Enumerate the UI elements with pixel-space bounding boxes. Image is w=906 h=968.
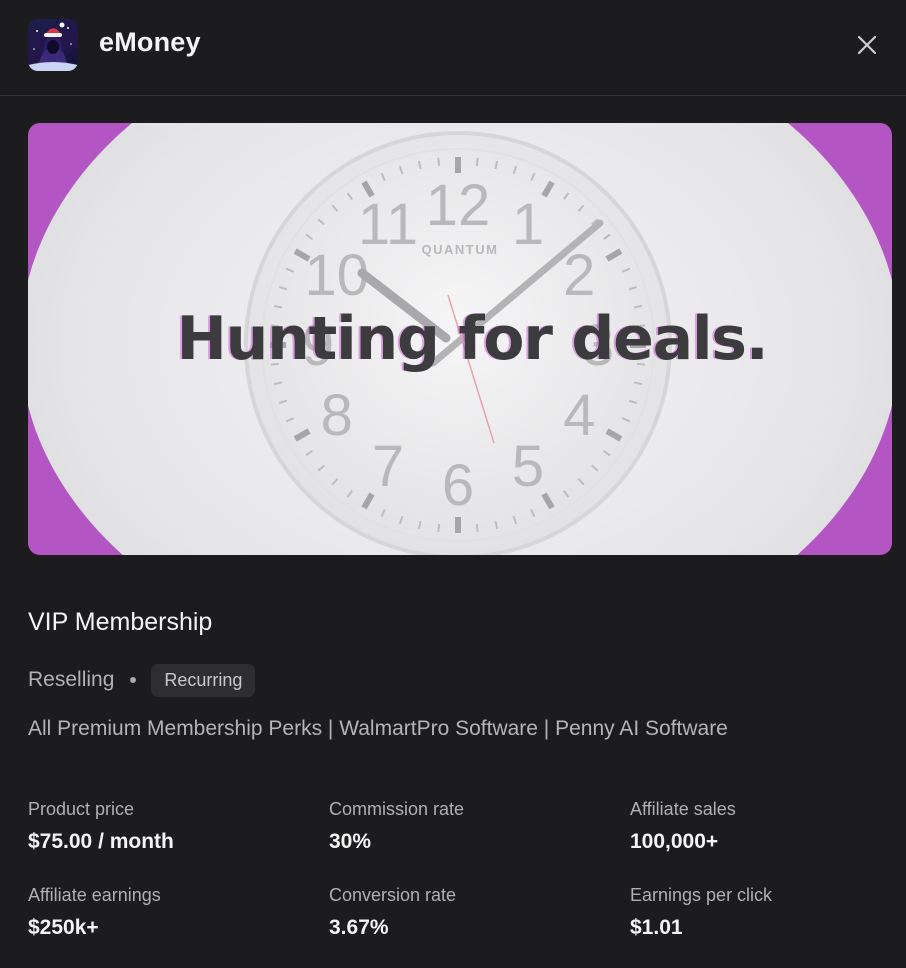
product-category: Reselling — [28, 668, 115, 691]
stat-value: 3.67% — [329, 916, 389, 939]
stat-label: Product price — [28, 799, 135, 819]
product-meta: Reselling Recurring — [28, 663, 256, 697]
hero-image: 12 1 2 3 4 5 6 7 8 9 10 11 QUANTUM Hunting for deal… — [28, 123, 892, 555]
stat-label: Conversion rate — [329, 885, 457, 905]
stat-affiliate-earnings: Affiliate earnings $250k+ — [28, 885, 161, 940]
stat-value: $75.00 / month — [28, 830, 174, 853]
stat-label: Affiliate earnings — [28, 885, 161, 905]
product-description: All Premium Membership Perks | WalmartPr… — [28, 717, 728, 740]
hero-headline: Hunting for deals. — [176, 304, 769, 374]
app-avatar-icon — [28, 19, 78, 71]
separator-dot — [130, 677, 137, 683]
stat-value: $250k+ — [28, 916, 99, 939]
stat-label: Commission rate — [329, 799, 465, 819]
stat-product-price: Product price $75.00 / month — [28, 799, 174, 854]
stat-label: Earnings per click — [630, 885, 773, 905]
stat-value: 30% — [329, 830, 372, 853]
stat-commission-rate: Commission rate 30% — [329, 799, 464, 854]
stat-label: Affiliate sales — [630, 799, 736, 819]
stat-value: 100,000+ — [630, 830, 719, 853]
modal-header: eMoney — [0, 0, 906, 96]
stat-affiliate-sales: Affiliate sales 100,000+ — [630, 799, 736, 854]
close-icon — [857, 35, 877, 55]
product-title: VIP Membership — [28, 608, 213, 636]
app-title: eMoney — [99, 27, 201, 57]
stat-conversion-rate: Conversion rate 3.67% — [329, 885, 456, 940]
stat-earnings-per-click: Earnings per click $1.01 — [630, 885, 772, 940]
product-modal: eMoney 12 1 2 3 4 5 6 7 8 9 10 11 QUANTU… — [0, 0, 906, 968]
stat-value: $1.01 — [630, 916, 683, 939]
recurring-badge: Recurring — [151, 663, 256, 697]
close-button[interactable] — [850, 28, 884, 62]
